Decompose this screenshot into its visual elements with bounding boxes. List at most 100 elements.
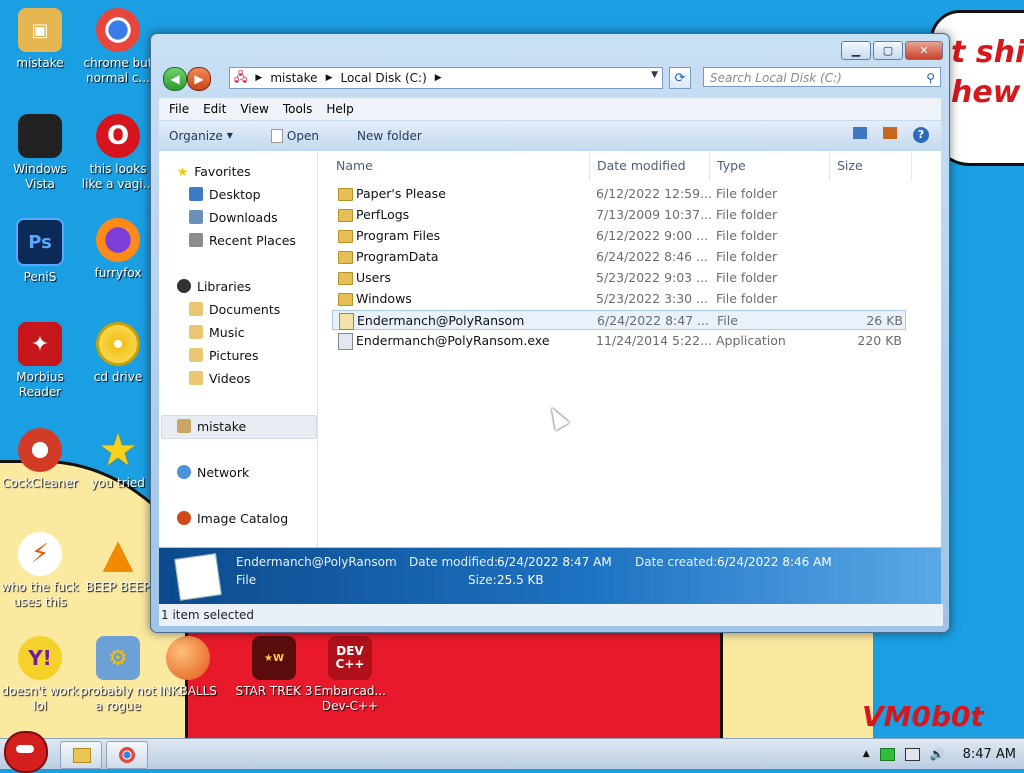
details-date-modified-label: Date modified:: [409, 555, 499, 569]
downloads-icon: [189, 210, 203, 224]
vlc-cone-icon: ▲: [102, 530, 134, 577]
search-icon[interactable]: ⚲: [926, 68, 935, 88]
nav-music[interactable]: Music: [189, 322, 245, 342]
pictures-icon: [189, 348, 203, 362]
file-row[interactable]: Program Files 6/12/2022 9:00 ... File fold…: [332, 226, 906, 246]
menu-file[interactable]: File: [169, 102, 189, 116]
file-row[interactable]: Users 5/23/2022 9:03 ... File folder: [332, 268, 906, 288]
computer-icon: 🖧: [234, 69, 248, 84]
file-name: ProgramData: [356, 249, 439, 264]
nav-documents[interactable]: Documents: [189, 299, 280, 319]
taskbar-chrome-button[interactable]: [106, 741, 148, 769]
file-icon: [339, 313, 354, 330]
start-button[interactable]: [4, 731, 48, 773]
computer-gears-icon: ⚙: [96, 636, 140, 680]
nav-favorites[interactable]: ★ Favorites: [177, 161, 251, 181]
back-button[interactable]: ◀: [163, 67, 187, 91]
column-header-date[interactable]: Date modified: [589, 151, 710, 181]
nav-desktop[interactable]: Desktop: [189, 184, 261, 204]
desktop-icon-star-trek[interactable]: ★W STAR TREK 3: [234, 636, 314, 699]
desktop-icon-photoshop[interactable]: Ps PeniS: [0, 218, 80, 285]
nav-recent-places[interactable]: Recent Places: [189, 230, 296, 250]
taskbar-explorer-button[interactable]: [60, 741, 102, 769]
close-button[interactable]: ✕: [905, 41, 943, 60]
clock[interactable]: 8:47 AM: [963, 747, 1016, 762]
desktop-icon-label: INKBALLS: [159, 684, 217, 698]
nav-label: Libraries: [197, 278, 251, 294]
file-name: Users: [356, 270, 392, 285]
nav-videos[interactable]: Videos: [189, 368, 251, 388]
forward-button[interactable]: ▶: [187, 67, 211, 91]
action-center-icon[interactable]: [879, 747, 895, 761]
column-header-size[interactable]: Size: [829, 151, 912, 181]
desktop-icon-morbius-reader[interactable]: ✦ Morbius Reader: [0, 322, 80, 400]
desktop-icon-probably-not-a-rogue[interactable]: ⚙ probably not a rogue: [78, 636, 158, 714]
breadcrumb-mistake[interactable]: mistake: [270, 71, 317, 85]
desktop-icon-you-tried[interactable]: ★ you tried: [78, 428, 158, 491]
breadcrumb-arrow-icon[interactable]: ▶: [435, 73, 442, 83]
file-row[interactable]: Windows 5/23/2022 3:30 ... File folder: [332, 289, 906, 309]
breadcrumb-arrow-icon[interactable]: ▶: [255, 73, 262, 83]
file-name: Program Files: [356, 228, 441, 243]
file-date: 6/24/2022 8:46 ...: [596, 249, 709, 264]
menu-view[interactable]: View: [240, 102, 268, 116]
file-row[interactable]: ProgramData 6/24/2022 8:46 ... File folder: [332, 247, 906, 267]
open-button[interactable]: Open: [270, 128, 319, 143]
desktop-icon-yahoo[interactable]: Y! doesn't work lol: [0, 636, 80, 714]
search-input[interactable]: Search Local Disk (C:) ⚲: [703, 67, 941, 87]
file-date: 6/12/2022 12:59...: [596, 186, 713, 201]
desktop-icon-mistake[interactable]: ▣ mistake: [0, 8, 80, 71]
show-hidden-icons-icon[interactable]: ▲: [863, 749, 870, 759]
help-icon[interactable]: ?: [913, 127, 929, 143]
refresh-button[interactable]: ⟳: [669, 67, 691, 89]
breadcrumb-arrow-icon[interactable]: ▶: [326, 73, 333, 83]
folder-icon: [73, 748, 91, 763]
cd-icon: [96, 322, 140, 366]
desktop-icon-label: PeniS: [23, 270, 57, 284]
network-icon[interactable]: [904, 747, 920, 761]
file-row-selected[interactable]: Endermanch@PolyRansom 6/24/2022 8:47 ... F…: [332, 310, 906, 330]
file-type: File folder: [716, 291, 778, 306]
volume-icon[interactable]: 🔊: [930, 747, 945, 761]
wallpaper-shape: [720, 630, 873, 740]
nav-libraries[interactable]: Libraries: [177, 276, 251, 296]
file-row[interactable]: PerfLogs 7/13/2009 10:37... File folder: [332, 205, 906, 225]
desktop-icon-cd-drive[interactable]: cd drive: [78, 322, 158, 385]
nav-downloads[interactable]: Downloads: [189, 207, 278, 227]
desktop-icon-ccleaner[interactable]: CockCleaner: [0, 428, 80, 491]
navigation-pane: ★ Favorites Desktop Downloads Recent Plac…: [159, 151, 318, 547]
organize-button[interactable]: Organize ▼: [169, 129, 233, 143]
file-row[interactable]: Endermanch@PolyRansom.exe 11/24/2014 5:22…: [332, 331, 906, 351]
desktop-icon-opera[interactable]: O this looks like a vagi...: [78, 114, 158, 192]
file-type: File folder: [716, 249, 778, 264]
desktop-icon-inkballs[interactable]: INKBALLS: [148, 636, 228, 699]
preview-pane-icon[interactable]: [883, 127, 897, 139]
column-header-name[interactable]: Name: [328, 151, 590, 181]
file-date: 7/13/2009 10:37...: [596, 207, 713, 222]
file-row[interactable]: Paper's Please 6/12/2022 12:59... File fol…: [332, 184, 906, 204]
address-bar[interactable]: 🖧 ▶ mistake ▶ Local Disk (C:) ▶ ▼: [229, 67, 663, 89]
maximize-button[interactable]: ▢: [873, 41, 903, 60]
desktop-icon-chrome[interactable]: chrome but normal c...: [78, 8, 158, 86]
desktop-icon-dev-cpp[interactable]: DEV C++ Embarcad... Dev-C++: [310, 636, 390, 714]
lightning-icon: ⚡: [18, 532, 62, 576]
nav-pictures[interactable]: Pictures: [189, 345, 259, 365]
menu-tools[interactable]: Tools: [283, 102, 313, 116]
view-options-icon[interactable]: [853, 127, 867, 139]
address-dropdown-icon[interactable]: ▼: [651, 70, 658, 80]
menu-help[interactable]: Help: [326, 102, 353, 116]
nav-network[interactable]: Network: [177, 462, 249, 482]
desktop-icon-vlc[interactable]: ▲ BEEP BEEP: [78, 532, 158, 595]
column-header-type[interactable]: Type: [709, 151, 830, 181]
nav-image-catalog[interactable]: Image Catalog: [177, 508, 288, 528]
minimize-button[interactable]: ▁: [841, 41, 871, 60]
menu-edit[interactable]: Edit: [203, 102, 226, 116]
breadcrumb-local-disk[interactable]: Local Disk (C:): [340, 71, 426, 85]
folder-icon: [338, 230, 353, 243]
status-bar: 1 item selected: [159, 604, 943, 626]
nav-mistake[interactable]: mistake: [177, 416, 246, 436]
desktop-icon-windows-vista[interactable]: Windows Vista: [0, 114, 80, 192]
new-folder-button[interactable]: New folder: [357, 129, 422, 143]
desktop-icon-winamp[interactable]: ⚡ who the fuck uses this: [0, 532, 80, 610]
desktop-icon-firefox[interactable]: furryfox: [78, 218, 158, 281]
